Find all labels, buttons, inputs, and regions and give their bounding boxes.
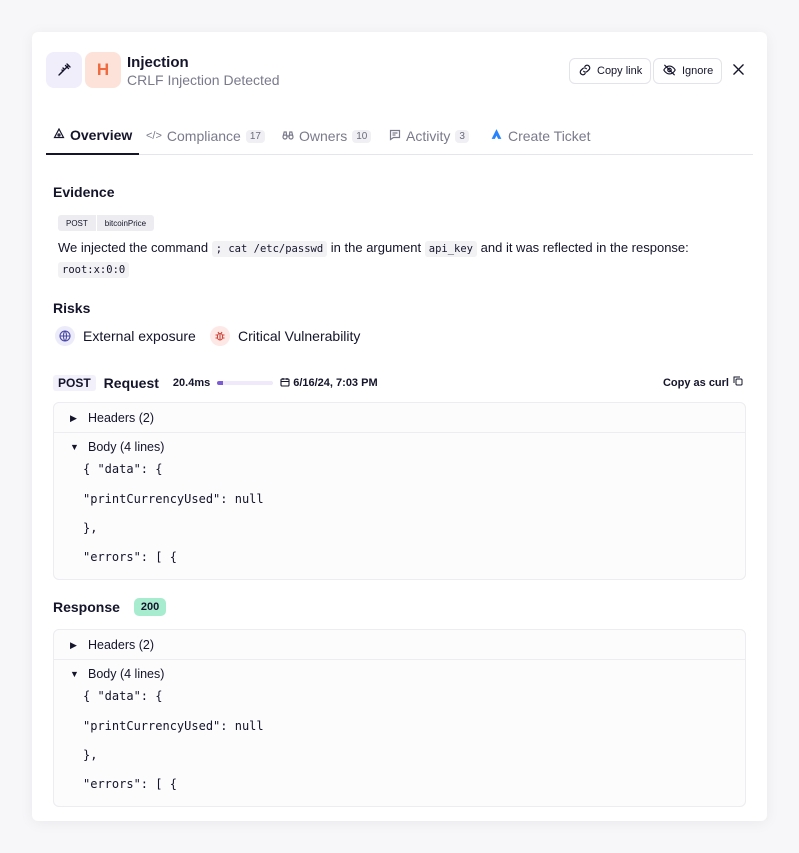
request-duration: 20.4ms <box>172 377 211 389</box>
finding-header: H Injection CRLF Injection Detected Copy… <box>46 52 753 88</box>
request-panel: ▶ Headers (2) ▼ Body (4 lines) { "data":… <box>53 402 746 580</box>
tab-create-ticket[interactable]: Create Ticket <box>490 117 590 155</box>
request-title: Request <box>103 375 159 391</box>
triangle-down-icon: ▼ <box>70 669 79 679</box>
duration-bar <box>217 381 274 385</box>
globe-icon <box>55 326 75 346</box>
request-summary: POST Request 20.4ms 6/16/24, 7:03 PM <box>53 374 378 392</box>
code-line: }, <box>83 521 98 535</box>
risk-critical-vulnerability: Critical Vulnerability <box>210 326 360 346</box>
reflected-output: root:x:0:0 <box>58 262 130 278</box>
calendar-icon <box>280 377 290 390</box>
risk-external-exposure: External exposure <box>55 326 196 346</box>
request-headers-toggle[interactable]: ▶ Headers (2) <box>70 411 154 425</box>
tab-activity[interactable]: Activity 3 <box>389 117 469 155</box>
response-title: Response <box>53 599 120 615</box>
evidence-text: We injected the command ; cat /etc/passw… <box>58 238 738 280</box>
request-date: 6/16/24, 7:03 PM <box>280 377 378 390</box>
tab-count: 3 <box>455 129 469 143</box>
triangle-down-icon: ▼ <box>70 442 79 452</box>
divider <box>54 659 745 660</box>
code-line: "errors": [ { <box>83 550 177 564</box>
headers-label: Headers (2) <box>88 638 154 652</box>
evidence-text-part: and it was reflected in the response: <box>480 240 689 255</box>
status-badge: 200 <box>133 598 167 616</box>
copy-icon <box>733 376 743 389</box>
jira-icon <box>490 128 503 144</box>
evidence-text-part: We injected the command <box>58 240 209 255</box>
tab-label: Owners <box>299 128 348 144</box>
severity-badge: H <box>85 52 121 88</box>
request-date-text: 6/16/24, 7:03 PM <box>293 377 378 389</box>
body-label: Body (4 lines) <box>88 667 165 681</box>
tab-label: Compliance <box>166 128 241 144</box>
risk-label: Critical Vulnerability <box>238 328 361 344</box>
argument-name: api_key <box>424 241 478 257</box>
request-body-toggle[interactable]: ▼ Body (4 lines) <box>70 440 164 454</box>
divider <box>54 432 745 433</box>
response-headers-toggle[interactable]: ▶ Headers (2) <box>70 638 154 652</box>
request-method: POST <box>53 375 96 391</box>
syringe-icon <box>46 52 82 88</box>
binoculars-icon <box>282 128 294 144</box>
bug-icon <box>210 326 230 346</box>
code-line: "printCurrencyUsed": null <box>83 492 264 506</box>
risk-label: External exposure <box>83 328 196 344</box>
link-icon <box>578 63 592 80</box>
evidence-text-part: in the argument <box>330 240 422 255</box>
overview-icon <box>53 127 65 143</box>
response-summary: Response 200 <box>53 598 167 616</box>
code-line: "printCurrencyUsed": null <box>83 719 264 733</box>
code-line: "errors": [ { <box>83 777 177 791</box>
method-tag: POST <box>58 215 96 231</box>
tab-bar: Overview </> Compliance 17 Owners 10 Act… <box>46 117 753 155</box>
code-line: { "data": { <box>83 689 163 703</box>
endpoint-name: bitcoinPrice <box>95 215 155 231</box>
copy-curl-label: Copy as curl <box>662 376 729 389</box>
code-line: }, <box>83 748 98 762</box>
tab-count: 17 <box>245 129 265 143</box>
injected-command: ; cat /etc/passwd <box>211 241 328 257</box>
tab-owners[interactable]: Owners 10 <box>282 117 372 155</box>
triangle-right-icon: ▶ <box>70 639 77 650</box>
ignore-button[interactable]: Ignore <box>653 58 723 84</box>
response-panel: ▶ Headers (2) ▼ Body (4 lines) { "data":… <box>53 629 746 807</box>
endpoint-tag: POST bitcoinPrice <box>58 215 155 231</box>
ignore-label: Ignore <box>682 65 714 77</box>
copy-as-curl-button[interactable]: Copy as curl <box>663 376 743 389</box>
response-body-toggle[interactable]: ▼ Body (4 lines) <box>70 667 164 681</box>
tab-label: Overview <box>70 127 133 143</box>
evidence-heading: Evidence <box>53 184 115 200</box>
tab-compliance[interactable]: </> Compliance 17 <box>146 117 265 155</box>
code-line: { "data": { <box>83 462 163 476</box>
body-label: Body (4 lines) <box>88 440 165 454</box>
comment-icon <box>389 128 401 144</box>
tab-count: 10 <box>352 129 372 143</box>
finding-detail-panel: H Injection CRLF Injection Detected Copy… <box>32 32 767 821</box>
tab-overview[interactable]: Overview <box>46 117 140 155</box>
copy-link-label: Copy link <box>597 65 643 77</box>
tab-label: Create Ticket <box>508 128 591 144</box>
headers-label: Headers (2) <box>88 411 154 425</box>
duration-bar-fill <box>217 381 223 385</box>
eye-off-icon <box>662 63 677 80</box>
finding-title: Injection <box>127 54 189 71</box>
code-icon: </> <box>146 130 162 142</box>
copy-link-button[interactable]: Copy link <box>569 58 652 84</box>
close-icon[interactable] <box>730 61 746 77</box>
tab-label: Activity <box>406 128 451 144</box>
triangle-right-icon: ▶ <box>70 412 77 423</box>
risks-heading: Risks <box>53 300 91 316</box>
finding-subtitle: CRLF Injection Detected <box>127 72 280 88</box>
